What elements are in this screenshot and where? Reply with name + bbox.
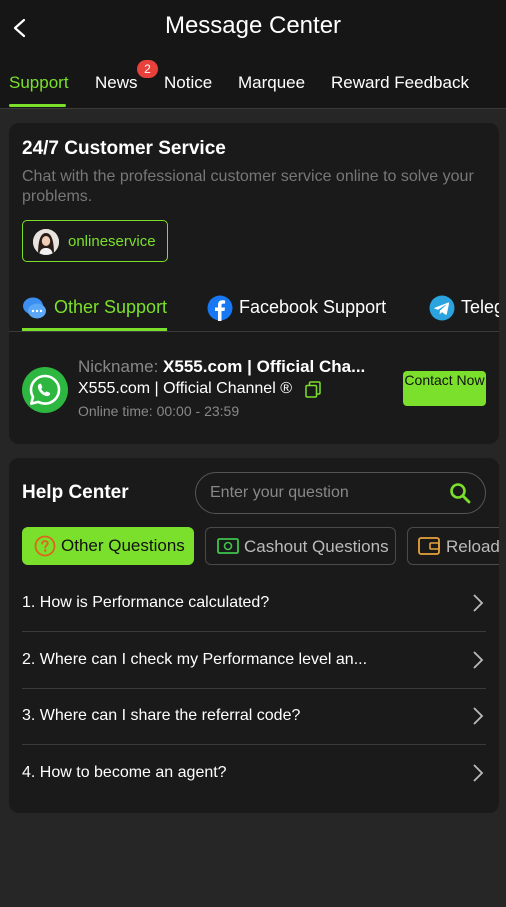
question-row[interactable]: 4. How to become an agent? [22,745,486,802]
online-time-value: 00:00 - 23:59 [156,403,240,419]
active-tab-indicator [9,104,66,107]
help-center-card: Help Center Other Questions Cashout Ques… [9,458,499,813]
online-service-label: onlineservice [68,233,156,250]
wallet-icon [418,537,440,555]
customer-service-description: Chat with the professional customer serv… [22,168,474,205]
contact-now-button[interactable]: Contact Now [403,371,486,406]
category-other-questions[interactable]: Other Questions [22,527,194,565]
active-support-tab-indicator [22,328,167,331]
question-search-input[interactable] [210,483,440,503]
customer-service-title: 24/7 Customer Service [22,138,226,159]
customer-service-card: 24/7 Customer Service Chat with the prof… [9,123,499,444]
question-text: 3. Where can I share the referral code? [22,707,301,724]
search-icon[interactable] [449,482,471,504]
tab-other-support-label: Other Support [54,297,168,317]
question-row[interactable]: 1. How is Performance calculated? [22,575,486,632]
header-bar: Message Center [0,0,506,58]
question-row[interactable]: 2. Where can I check my Performance leve… [22,632,486,689]
tab-telegram-support-label: Telegram Support [461,297,499,317]
top-tabs: Support News 2 Notice Marquee Reward Fee… [0,58,506,109]
category-cashout-questions[interactable]: Cashout Questions [205,527,396,565]
telegram-icon [429,295,455,321]
tab-marquee[interactable]: Marquee [238,73,305,93]
chevron-right-icon [473,764,484,782]
tab-support[interactable]: Support [9,73,69,93]
category-reload-questions[interactable]: Reload Questions [407,527,499,565]
question-row[interactable]: 3. Where can I share the referral code? [22,688,486,745]
chevron-right-icon [473,707,484,725]
avatar [33,229,59,255]
facebook-icon [207,295,233,321]
question-text: 1. How is Performance calculated? [22,594,270,611]
page-title: Message Center [164,12,342,39]
category-reload-questions-label: Reload Questions [446,537,499,556]
online-time: Online time: 00:00 - 23:59 [78,403,239,419]
chat-bubble-icon [23,297,46,319]
agent-avatar-icon [33,229,59,255]
online-service-button[interactable]: onlineservice [22,220,168,262]
question-search-box [195,472,486,514]
category-cashout-questions-label: Cashout Questions [244,537,389,556]
channel-nickname: Nickname: X555.com | Official Cha... [78,357,365,377]
question-text: 2. Where can I check my Performance leve… [22,651,368,668]
support-tabs: Other Support Facebook Support Telegram … [9,283,499,332]
nickname-label: Nickname: [78,357,159,376]
tab-notice[interactable]: Notice [164,73,212,93]
chevron-right-icon [473,651,484,669]
chevron-right-icon [473,594,484,612]
question-text: 4. How to become an agent? [22,764,227,781]
channel-name: X555.com | Official Channel ® [78,380,292,397]
news-badge: 2 [137,60,158,78]
help-center-title: Help Center [22,482,129,503]
tab-reward-feedback[interactable]: Reward Feedback [331,73,469,93]
tab-facebook-support-label: Facebook Support [239,297,387,317]
category-other-questions-label: Other Questions [61,536,185,555]
cash-icon [217,538,239,554]
nickname-value: X555.com | Official Cha... [163,357,366,376]
whatsapp-icon [22,367,68,413]
question-circle-icon [34,535,56,557]
tab-news[interactable]: News [95,73,138,93]
copy-icon[interactable] [305,381,321,398]
online-time-label: Online time: [78,403,153,419]
